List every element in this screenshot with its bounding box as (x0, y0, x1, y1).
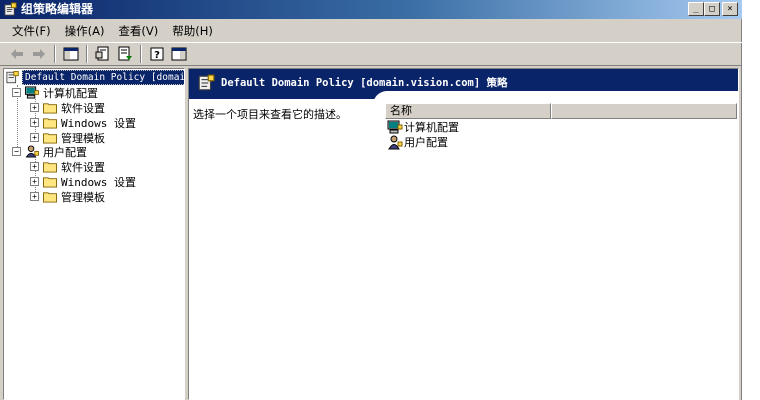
forward-button[interactable] (28, 44, 50, 64)
folder-icon (43, 192, 57, 203)
help-button[interactable]: ? (146, 44, 168, 64)
console-pane-button[interactable] (168, 44, 190, 64)
expand-toggle[interactable]: + (30, 103, 39, 112)
folder-icon (43, 103, 57, 114)
title-bar[interactable]: 组策略编辑器 _ □ × (0, 0, 742, 19)
expand-toggle[interactable]: + (30, 118, 39, 127)
tree-pane[interactable]: Default Domain Policy [domai − 计算机配置 + 软… (3, 68, 185, 400)
list-item-label: 用户配置 (404, 136, 448, 149)
folder-icon (43, 118, 57, 129)
tree-item-windows-settings[interactable]: + Windows 设置 (30, 115, 136, 130)
tree-root-label: Default Domain Policy [domai (22, 70, 184, 85)
menu-view[interactable]: 查看(V) (112, 22, 166, 40)
folder-icon (43, 133, 57, 144)
desktop-background (742, 0, 760, 400)
help-icon: ? (150, 47, 164, 61)
tree-item-label: 软件设置 (61, 160, 105, 174)
properties-button[interactable] (92, 44, 114, 64)
description-text: 选择一个项目来查看它的描述。 (193, 108, 347, 121)
console-pane-icon (171, 47, 187, 61)
collapse-toggle[interactable]: − (12, 147, 21, 156)
user-icon (25, 145, 39, 158)
tree-item-label: 软件设置 (61, 101, 105, 115)
properties-icon (95, 46, 109, 61)
expand-toggle[interactable]: + (30, 133, 39, 142)
tree-item-software-settings[interactable]: + 软件设置 (30, 100, 105, 115)
toolbar: ? (0, 42, 742, 66)
tree-item-user-config[interactable]: − 用户配置 (12, 144, 87, 159)
list-item-label: 计算机配置 (404, 121, 459, 134)
window-controls: _ □ × (688, 2, 738, 16)
list-item-user-config[interactable]: 用户配置 (387, 134, 448, 150)
close-button[interactable]: × (722, 2, 738, 16)
toolbar-separator (140, 45, 142, 63)
details-banner-title: Default Domain Policy [domain.vision.com… (221, 77, 508, 89)
expand-toggle[interactable]: + (30, 162, 39, 171)
group-policy-icon (4, 2, 17, 16)
folder-icon (43, 162, 57, 173)
svg-text:?: ? (154, 50, 160, 61)
tree-item-label: 计算机配置 (43, 86, 98, 100)
forward-arrow-icon (33, 49, 45, 59)
folder-icon (43, 177, 57, 188)
tree-item-windows-settings[interactable]: + Windows 设置 (30, 174, 136, 189)
tree-item-admin-templates[interactable]: + 管理模板 (30, 189, 105, 204)
list-item-computer-config[interactable]: 计算机配置 (387, 119, 459, 135)
tree-item-label: Windows 设置 (61, 116, 136, 130)
column-header-name[interactable]: 名称 (385, 103, 551, 119)
show-hide-tree-button[interactable] (60, 44, 82, 64)
tree-item-label: 管理模板 (61, 190, 105, 204)
back-button[interactable] (6, 44, 28, 64)
collapse-toggle[interactable]: − (12, 88, 21, 97)
tree-item-computer-config[interactable]: − 计算机配置 (12, 85, 98, 100)
menu-file[interactable]: 文件(F) (6, 22, 59, 40)
toolbar-separator (54, 45, 56, 63)
minimize-button[interactable]: _ (688, 2, 704, 16)
expand-toggle[interactable]: + (30, 177, 39, 186)
list-header: 名称 (385, 103, 737, 119)
group-policy-icon (6, 71, 19, 84)
show-hide-tree-icon (63, 47, 79, 61)
computer-icon (25, 86, 39, 99)
user-icon (388, 135, 403, 150)
window-title: 组策略编辑器 (21, 2, 94, 16)
details-pane: Default Domain Policy [domain.vision.com… (188, 68, 739, 400)
menu-bar: 文件(F) 操作(A) 查看(V) 帮助(H) (0, 20, 742, 41)
tree-root-policy[interactable]: Default Domain Policy [domai (6, 70, 184, 85)
export-list-button[interactable] (114, 44, 136, 64)
menu-action[interactable]: 操作(A) (59, 22, 113, 40)
export-list-icon (118, 46, 132, 61)
group-policy-icon (198, 74, 215, 91)
tree-item-label: 用户配置 (43, 145, 87, 159)
computer-icon (387, 120, 403, 134)
gpo-editor-window: 组策略编辑器 _ □ × 文件(F) 操作(A) 查看(V) 帮助(H) ? D… (0, 0, 742, 400)
toolbar-separator (86, 45, 88, 63)
column-header-filler (551, 103, 737, 119)
expand-toggle[interactable]: + (30, 192, 39, 201)
maximize-button[interactable]: □ (704, 2, 720, 16)
tree-item-label: Windows 设置 (61, 175, 136, 189)
back-arrow-icon (11, 49, 23, 59)
tree-item-software-settings[interactable]: + 软件设置 (30, 159, 105, 174)
menu-help[interactable]: 帮助(H) (166, 22, 221, 40)
